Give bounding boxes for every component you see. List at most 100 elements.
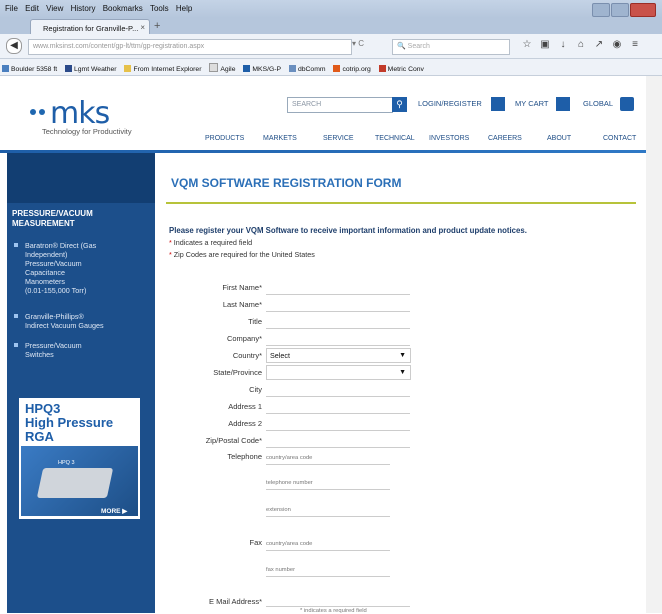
form-title: VQM SOFTWARE REGISTRATION FORM: [171, 176, 402, 190]
nav-about[interactable]: ABOUT: [547, 135, 571, 142]
site-search-input[interactable]: SEARCH: [287, 97, 393, 113]
menu-tools[interactable]: Tools: [150, 4, 169, 13]
bookmark-item[interactable]: From Internet Explorer: [124, 65, 201, 73]
cart-icon[interactable]: [556, 97, 570, 111]
rga-device-image: [36, 468, 114, 498]
bookmark-star-icon[interactable]: ☆: [518, 39, 536, 50]
first-name-label: First Name*: [222, 283, 262, 292]
scrollbar[interactable]: [646, 76, 662, 613]
browser-search-placeholder: Search: [407, 43, 430, 50]
site-search-button[interactable]: ⚲: [392, 97, 407, 112]
nav-products[interactable]: PRODUCTS: [205, 135, 244, 142]
bookmark-item[interactable]: Lgmt Weather: [65, 65, 117, 73]
browser-search-input[interactable]: 🔍 Search: [392, 39, 510, 55]
globe-icon[interactable]: [620, 97, 634, 111]
bookmark-item[interactable]: dbComm: [288, 65, 326, 73]
login-register-link[interactable]: LOGIN/REGISTER: [418, 99, 482, 108]
bookmark-item[interactable]: cotrip.org: [333, 65, 371, 73]
site-logo[interactable]: mks: [50, 96, 110, 131]
minimize-button[interactable]: [592, 3, 610, 17]
bookmark-item[interactable]: Boulder 5358 ft: [2, 65, 57, 73]
address1-field[interactable]: [266, 399, 410, 414]
address2-field[interactable]: [266, 416, 410, 431]
browser-toolbar-icons: ☆ ▣ ↓ ⌂ ↗ ◉ ≡: [518, 39, 644, 50]
phone-number-field[interactable]: [266, 489, 390, 490]
menu-view[interactable]: View: [46, 4, 63, 13]
link-icon: [288, 65, 296, 72]
login-icon[interactable]: [491, 97, 505, 111]
zip-field[interactable]: [266, 433, 410, 448]
reload-icon[interactable]: ▾ C: [352, 39, 364, 48]
reader-icon[interactable]: ▣: [536, 39, 554, 50]
address-bar[interactable]: www.mksinst.com/content/gp-lt/ttm/gp-reg…: [28, 39, 352, 55]
nav-service[interactable]: SERVICE: [323, 135, 354, 142]
promo-more-link[interactable]: MORE ▶: [101, 507, 127, 515]
country-select[interactable]: Select ▼: [266, 348, 411, 363]
state-select[interactable]: ▼: [266, 365, 411, 380]
menu-file[interactable]: File: [5, 4, 18, 13]
home-icon[interactable]: ⌂: [572, 39, 590, 50]
phone-country-code-field[interactable]: [266, 464, 390, 465]
bookmark-item[interactable]: Metric Conv: [378, 65, 424, 73]
menu-bookmarks[interactable]: Bookmarks: [103, 4, 143, 13]
my-cart-link[interactable]: MY CART: [515, 99, 548, 108]
state-label: State/Province: [213, 368, 262, 377]
cotrip-icon: [333, 65, 341, 72]
title-label: Title: [248, 317, 262, 326]
city-field[interactable]: [266, 382, 410, 397]
menu-icon[interactable]: ≡: [626, 39, 644, 50]
sidebar-heading: PRESSURE/VACUUM MEASUREMENT: [12, 209, 93, 228]
fax-country-code-field[interactable]: [266, 550, 390, 551]
download-icon[interactable]: ↓: [554, 39, 572, 50]
sidebar-item-baratron[interactable]: Baratron® Direct (Gas Independent) Pressur…: [14, 241, 139, 295]
folder-icon: [124, 65, 132, 72]
nav-investors[interactable]: INVESTORS: [429, 135, 469, 142]
email-field[interactable]: [266, 592, 410, 607]
form-intro: Please register your VQM Software to rec…: [169, 226, 527, 235]
address1-label: Address 1: [228, 402, 262, 411]
search-icon: 🔍: [397, 43, 408, 50]
menu-bar: File Edit View History Bookmarks Tools H…: [0, 0, 662, 18]
menu-edit[interactable]: Edit: [25, 4, 39, 13]
menu-help[interactable]: Help: [176, 4, 192, 13]
dropdown-arrow-icon: ▼: [399, 369, 406, 376]
nav-careers[interactable]: CAREERS: [488, 135, 522, 142]
tagline: Technology for Productivity: [42, 127, 132, 136]
nav-contact[interactable]: CONTACT: [603, 135, 636, 142]
telephone-label: Telephone: [227, 452, 262, 461]
dropdown-arrow-icon: ▼: [399, 352, 406, 359]
maximize-button[interactable]: [611, 3, 629, 17]
nav-markets[interactable]: MARKETS: [263, 135, 297, 142]
sidebar-item-switches[interactable]: Pressure/Vacuum Switches: [14, 341, 139, 359]
menu-history[interactable]: History: [71, 4, 96, 13]
send-icon[interactable]: ↗: [590, 39, 608, 50]
new-tab-button[interactable]: +: [154, 20, 160, 32]
company-field[interactable]: [266, 331, 410, 346]
bookmark-item[interactable]: Agile: [209, 63, 235, 73]
mks-icon: [243, 65, 251, 72]
phone-extension-hint: extension: [266, 507, 291, 513]
logo-dots: [30, 102, 48, 120]
country-label: Country*: [232, 351, 262, 360]
phone-extension-field[interactable]: [266, 516, 390, 517]
browser-tab[interactable]: Registration for Granville-P... ×: [30, 19, 150, 35]
bookmarks-bar: Boulder 5358 ft Lgmt Weather From Intern…: [0, 59, 662, 76]
title-field[interactable]: [266, 314, 410, 329]
first-name-field[interactable]: [266, 280, 410, 295]
device-label: HPQ 3: [58, 460, 75, 466]
bookmark-item[interactable]: MKS/G-P: [243, 65, 281, 73]
tab-close-icon[interactable]: ×: [140, 23, 145, 32]
close-window-button[interactable]: [630, 3, 656, 17]
company-label: Company*: [226, 334, 262, 343]
addon-icon[interactable]: ◉: [608, 39, 626, 50]
page-icon: [209, 63, 219, 72]
sidebar-item-granville-phillips[interactable]: Granville-Phillips® Indirect Vacuum Gauge…: [14, 312, 139, 330]
back-button[interactable]: ◀: [6, 38, 22, 54]
fax-number-field[interactable]: [266, 576, 390, 577]
global-link[interactable]: GLOBAL: [583, 99, 613, 108]
zip-note: * Zip Codes are required for the United …: [169, 250, 315, 259]
globe-icon: [2, 65, 9, 72]
fax-number-hint: fax number: [266, 567, 295, 573]
last-name-field[interactable]: [266, 297, 410, 312]
nav-technical[interactable]: TECHNICAL: [375, 135, 415, 142]
